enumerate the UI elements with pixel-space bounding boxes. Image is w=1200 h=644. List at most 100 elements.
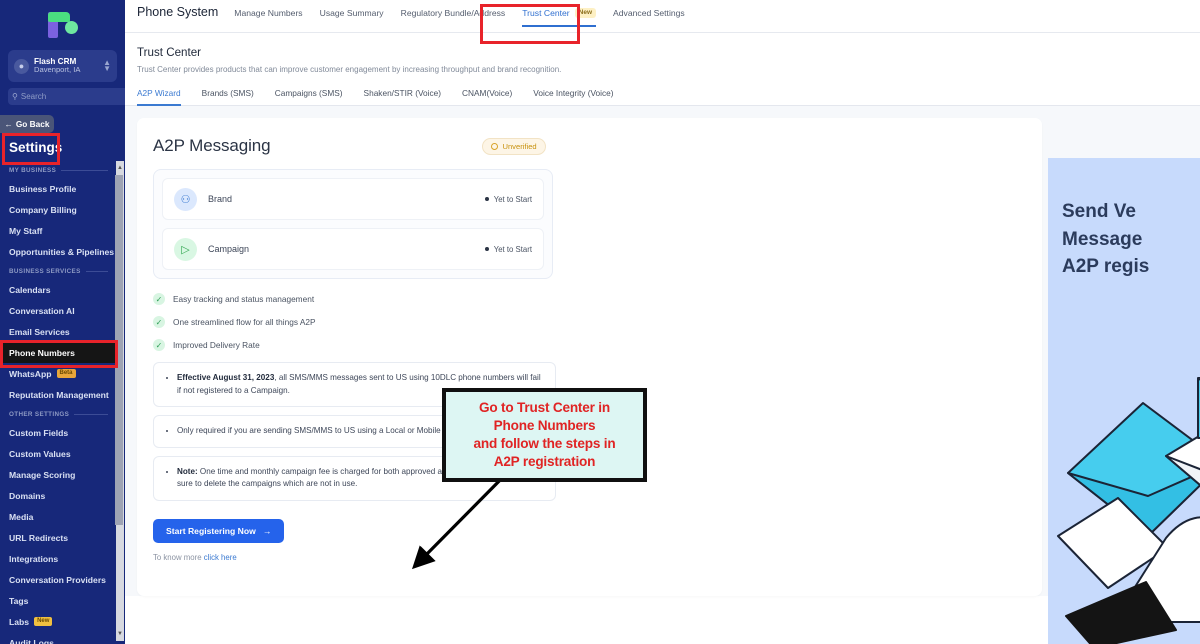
top-nav-inner: Phone System Manage Numbers Usage Summary… <box>137 5 685 32</box>
scroll-up-arrow-icon[interactable]: ▲ <box>116 161 124 175</box>
subtab-a2p-wizard[interactable]: A2P Wizard <box>137 88 181 106</box>
subtab-voice-integrity-voice[interactable]: Voice Integrity (Voice) <box>533 88 613 105</box>
subtab-brands-sms[interactable]: Brands (SMS) <box>202 88 254 105</box>
sidebar-item-label: Calendars <box>9 284 51 295</box>
tab-manage-numbers[interactable]: Manage Numbers <box>234 8 302 27</box>
tab-label: Usage Summary <box>319 7 384 18</box>
sidebar-item-manage-scoring[interactable]: Manage Scoring <box>0 464 117 485</box>
info-circle-icon <box>491 142 499 150</box>
sidebar-item-calendars[interactable]: Calendars <box>0 279 117 300</box>
sidebar-item-whatsapp[interactable]: WhatsApp Beta <box>0 363 117 384</box>
subtab-campaigns-sms[interactable]: Campaigns (SMS) <box>275 88 343 105</box>
tab-underline <box>522 24 597 27</box>
sidebar-item-label: Integrations <box>9 553 59 564</box>
feature-item: ✓ Easy tracking and status management <box>153 293 1026 305</box>
callout-line: and follow the steps in <box>473 436 616 451</box>
sidebar-group-label: OTHER SETTINGS <box>9 411 70 418</box>
promo-panel: Send Ve Message A2P regis <box>1048 158 1200 644</box>
search-box[interactable]: ⚲ ctrl K <box>8 88 125 105</box>
sidebar-nav-list: MY BUSINESS Business Profile Company Billi… <box>0 161 125 644</box>
page-header: Trust Center Trust Center provides produ… <box>125 33 1200 74</box>
sidebar-item-tags[interactable]: Tags <box>0 590 117 611</box>
subtab-shaken-stir-voice[interactable]: Shaken/STIR (Voice) <box>364 88 441 105</box>
feature-item: ✓ One streamlined flow for all things A2P <box>153 316 1026 328</box>
phone-system-title: Phone System <box>137 4 219 19</box>
sidebar-item-label: Opportunities & Pipelines <box>9 246 115 257</box>
go-back-label: Go Back <box>15 119 50 129</box>
card-header: A2P Messaging Unverified <box>153 136 1026 156</box>
sidebar-item-domains[interactable]: Domains <box>0 485 117 506</box>
sidebar-group-business-services: BUSINESS SERVICES <box>0 262 117 279</box>
go-back-button[interactable]: ← Go Back <box>0 115 54 133</box>
sidebar-item-integrations[interactable]: Integrations <box>0 548 117 569</box>
tab-usage-summary[interactable]: Usage Summary <box>320 8 384 27</box>
status-dot-icon <box>484 247 489 251</box>
check-icon: ✓ <box>153 293 165 305</box>
sidebar-item-reputation-management[interactable]: Reputation Management <box>0 384 117 405</box>
trust-center-title: Trust Center <box>137 46 201 59</box>
sidebar-item-audit-logs[interactable]: Audit Logs <box>0 632 117 644</box>
sidebar-group-other-settings: OTHER SETTINGS <box>0 405 117 422</box>
sidebar-item-badge: New <box>34 617 53 626</box>
divider <box>85 271 108 272</box>
sidebar-item-conversation-providers[interactable]: Conversation Providers <box>0 569 117 590</box>
promo-line-2: Message <box>1062 228 1143 250</box>
callout-line: A2P registration <box>493 453 596 469</box>
search-input[interactable] <box>20 92 125 101</box>
sidebar-item-label: Company Billing <box>9 204 77 215</box>
annotation-callout: Go to Trust Center in Phone Numbers and fo… <box>442 388 647 482</box>
feature-list: ✓ Easy tracking and status management ✓ One… <box>153 293 1026 351</box>
account-switcher[interactable]: ● Flash CRM Davenport, IA ▲ ▼ <box>8 50 117 82</box>
app-root: ● Flash CRM Davenport, IA ▲▼ ⚲ ctrl K ✦ … <box>0 0 1200 644</box>
scroll-down-arrow-icon[interactable]: ▼ <box>116 627 124 641</box>
tab-label: Regulatory Bundle/Address <box>400 7 506 18</box>
sidebar-item-email-services[interactable]: Email Services <box>0 321 117 342</box>
sidebar-item-conversation-ai[interactable]: Conversation AI <box>0 300 117 321</box>
sidebar-nav-scroll: MY BUSINESS Business Profile Company Billi… <box>0 161 125 644</box>
sidebar-scrollbar-thumb[interactable] <box>115 175 123 525</box>
sidebar-item-label: Reputation Management <box>9 389 109 400</box>
click-here-link[interactable]: click here <box>204 553 237 562</box>
tab-trust-center[interactable]: Trust Center New <box>522 7 597 27</box>
envelopes-illustration <box>1057 377 1200 644</box>
sidebar: ● Flash CRM Davenport, IA ▲▼ ⚲ ctrl K ✦ … <box>0 0 125 644</box>
step-row-campaign[interactable]: ▷ Campaign Yet to Start <box>162 228 544 270</box>
step-status-label: Yet to Start <box>493 194 532 204</box>
trust-center-subtitle: Trust Center provides products that can … <box>137 65 562 74</box>
sidebar-item-my-staff[interactable]: My Staff <box>0 220 117 241</box>
content-area: A2P Messaging Unverified ⚇ Brand Yet to St… <box>125 106 1200 596</box>
sidebar-scrollbar-track[interactable] <box>115 161 124 641</box>
subtab-cnam-voice[interactable]: CNAM(Voice) <box>462 88 512 105</box>
tab-regulatory-bundle-address[interactable]: Regulatory Bundle/Address <box>401 8 506 27</box>
promo-line-1: Send Ve <box>1062 201 1136 222</box>
sidebar-item-phone-numbers[interactable]: Phone Numbers <box>0 342 117 363</box>
a2p-messaging-card: A2P Messaging Unverified ⚇ Brand Yet to St… <box>137 118 1042 596</box>
promo-title: Send Ve Message A2P regis <box>1048 158 1200 281</box>
divider <box>61 170 108 171</box>
tab-advanced-settings[interactable]: Advanced Settings <box>613 8 685 27</box>
sidebar-item-custom-values[interactable]: Custom Values <box>0 443 117 464</box>
step-status-label: Yet to Start <box>493 244 532 254</box>
cta-label: Start Registering Now <box>166 525 256 536</box>
account-name: Flash CRM <box>34 56 77 66</box>
tab-badge: New <box>574 7 597 18</box>
sidebar-item-label: Phone Numbers <box>9 347 75 358</box>
sidebar-item-opportunities-pipelines[interactable]: Opportunities & Pipelines <box>0 241 117 262</box>
sidebar-item-url-redirects[interactable]: URL Redirects <box>0 527 117 548</box>
sidebar-item-media[interactable]: Media <box>0 506 117 527</box>
start-registering-button[interactable]: Start Registering Now → <box>153 518 285 543</box>
feature-label: Easy tracking and status management <box>173 294 315 304</box>
arrow-right-icon: → <box>262 525 272 536</box>
sidebar-item-label: Audit Logs <box>9 637 54 644</box>
sidebar-item-label: Custom Fields <box>9 427 69 438</box>
sidebar-item-labs[interactable]: Labs New <box>0 611 117 632</box>
sidebar-item-custom-fields[interactable]: Custom Fields <box>0 422 117 443</box>
app-logo[interactable] <box>0 0 125 48</box>
page-title: Settings <box>9 140 63 155</box>
sidebar-item-business-profile[interactable]: Business Profile <box>0 178 117 199</box>
step-status: Yet to Start <box>484 244 532 254</box>
sidebar-group-label: MY BUSINESS <box>9 167 57 174</box>
sidebar-item-company-billing[interactable]: Company Billing <box>0 199 117 220</box>
promo-line-3: A2P regis <box>1062 256 1150 278</box>
step-row-brand[interactable]: ⚇ Brand Yet to Start <box>162 178 544 220</box>
